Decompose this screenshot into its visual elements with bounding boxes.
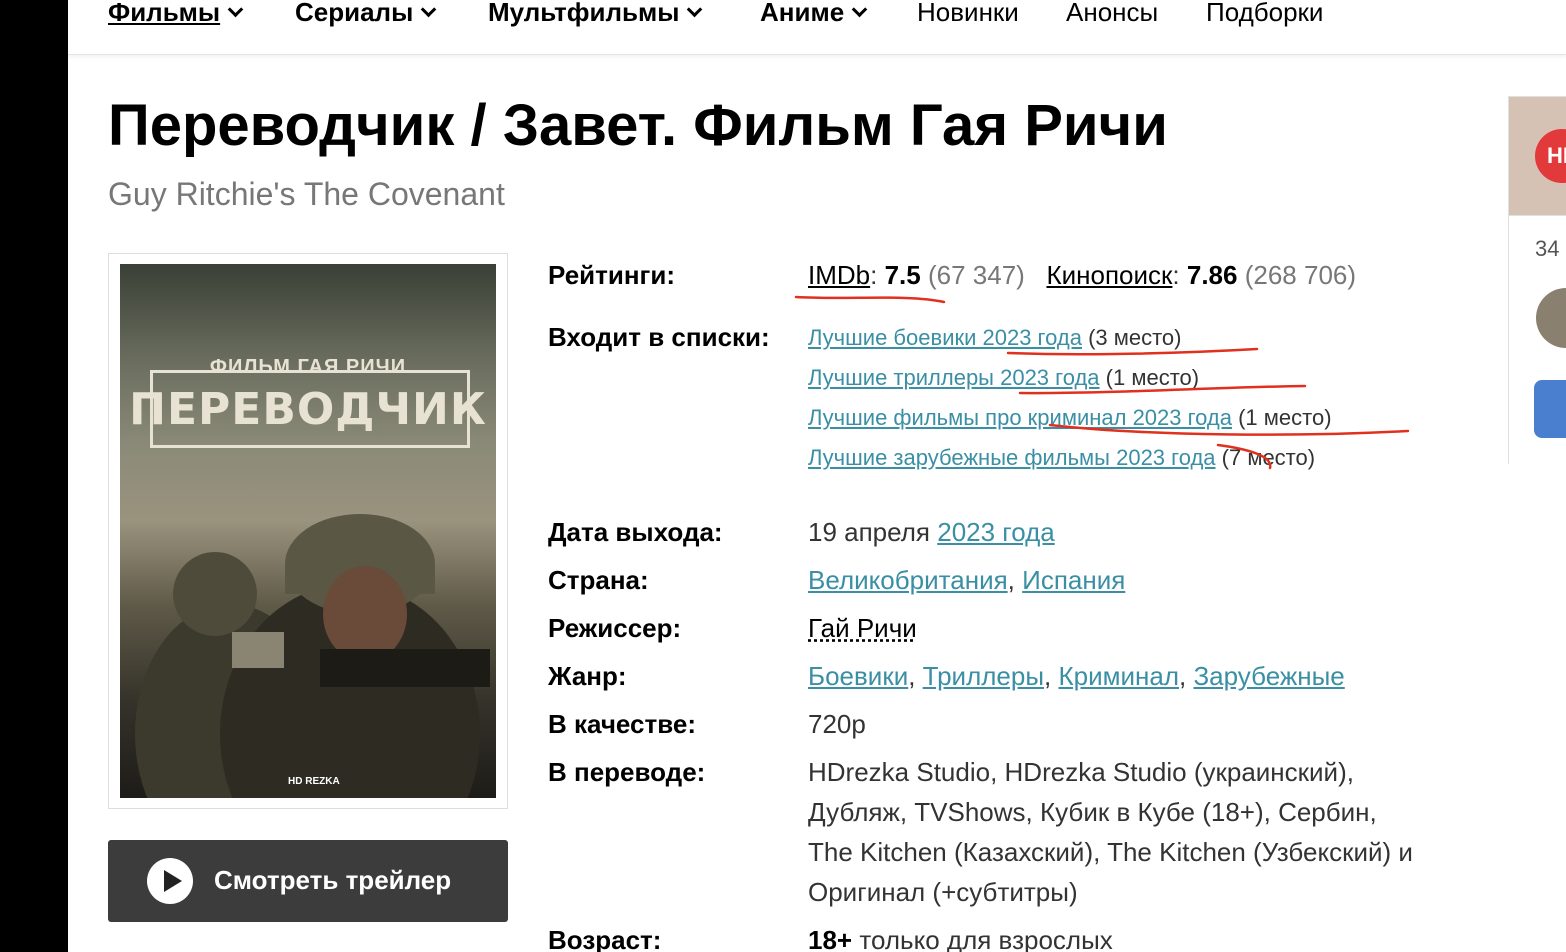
release-value: 19 апреля 2023 года (808, 515, 1055, 549)
translation-label: В переводе: (548, 757, 706, 787)
genre-link[interactable]: Триллеры (923, 661, 1044, 691)
nav-item-films[interactable]: Фильмы (108, 0, 244, 30)
nav-item-anime[interactable]: Аниме (760, 0, 868, 30)
list-place: (7 место) (1221, 445, 1316, 470)
nav-item-series[interactable]: Сериалы (295, 0, 437, 30)
genre-link[interactable]: Криминал (1058, 661, 1179, 691)
country-link[interactable]: Великобритания (808, 565, 1008, 595)
age-label: Возраст: (548, 925, 662, 952)
nav-item-announces[interactable]: Анонсы (1066, 0, 1158, 30)
chevron-down-icon (687, 1, 703, 18)
nav-item-new[interactable]: Новинки (917, 0, 1019, 30)
director-label: Режиссер: (548, 613, 682, 643)
side-card[interactable]: HD REZKA (1508, 96, 1566, 216)
side-divider (1508, 214, 1509, 464)
page: Фильмы Сериалы Мультфильмы Аниме Новинки… (68, 0, 1566, 952)
lists-label: Входит в списки: (548, 322, 770, 352)
list-place: (1 место) (1238, 405, 1332, 430)
original-title: Guy Ritchie's The Covenant (108, 176, 505, 212)
poster-art (135, 514, 490, 798)
release-label: Дата выхода: (548, 517, 723, 547)
country-value: Великобритания, Испания (808, 565, 1126, 595)
list-place: (1 место) (1105, 365, 1200, 390)
poster-frame: ФИЛЬМ ГАЯ РИЧИ ПЕРЕВОДЧИК HD REZKA (108, 253, 508, 809)
page-title: Переводчик / Завет. Фильм Гая Ричи (108, 93, 1168, 158)
list-link[interactable]: Лучшие зарубежные фильмы 2023 года (808, 445, 1216, 470)
genre-link[interactable]: Боевики (808, 661, 908, 691)
imdb-link[interactable]: IMDb (808, 260, 870, 290)
watch-trailer-button[interactable]: Смотреть трейлер (108, 840, 508, 922)
country-label: Страна: (548, 565, 649, 595)
avatar[interactable] (1536, 288, 1566, 348)
list-place: (3 место) (1088, 325, 1182, 350)
nav-item-collections[interactable]: Подборки (1206, 0, 1323, 30)
ratings-value: IMDb: 7.5 (67 347) Кинопоиск: 7.86 (268 … (808, 260, 1357, 290)
list-link[interactable]: Лучшие фильмы про криминал 2023 года (808, 405, 1232, 430)
movie-poster[interactable]: ФИЛЬМ ГАЯ РИЧИ ПЕРЕВОДЧИК HD REZKA (120, 264, 496, 798)
hdrezka-side-logo: HD REZKA (1535, 129, 1566, 183)
kinopoisk-votes: (268 706) (1244, 260, 1357, 290)
nav-item-cartoons[interactable]: Мультфильмы (488, 0, 703, 30)
translation-line: Дубляж, TVShows, Кубик в Кубе (18+), Сер… (808, 797, 1377, 827)
director-link[interactable]: Гай Ричи (808, 613, 917, 643)
list-item: Лучшие зарубежные фильмы 2023 года (7 ме… (808, 443, 1315, 473)
country-link[interactable]: Испания (1022, 565, 1125, 595)
side-count: 34 (1535, 236, 1560, 261)
age-text: только для взрослых (859, 925, 1113, 952)
list-item: Лучшие боевики 2023 года (3 место) (808, 323, 1182, 353)
trailer-label: Смотреть трейлер (214, 865, 452, 895)
imdb-score: 7.5 (884, 260, 921, 290)
chevron-down-icon (421, 1, 437, 18)
imdb-votes: (67 347) (927, 260, 1025, 290)
hdrezka-logo: HD REZKA (288, 776, 340, 787)
list-item: Лучшие триллеры 2023 года (1 место) (808, 363, 1199, 393)
age-badge: 18+ (808, 925, 853, 952)
director-value: Гай Ричи (808, 611, 917, 645)
chevron-down-icon (227, 1, 244, 18)
ratings-label: Рейтинги: (548, 260, 676, 290)
genre-value: Боевики, Триллеры, Криминал, Зарубежные (808, 661, 1345, 691)
genre-link[interactable]: Зарубежные (1193, 661, 1344, 691)
kinopoisk-link[interactable]: Кинопоиск (1046, 260, 1172, 290)
play-icon (147, 858, 193, 904)
chevron-down-icon (851, 1, 868, 18)
top-nav: Фильмы Сериалы Мультфильмы Аниме Новинки… (68, 0, 1566, 55)
quality-value: 720p (808, 709, 866, 739)
kinopoisk-score: 7.86 (1186, 260, 1238, 290)
list-link[interactable]: Лучшие боевики 2023 года (808, 325, 1082, 350)
translation-line: Оригинал (+субтитры) (808, 877, 1078, 907)
age-value: 18+ только для взрослых (808, 923, 1113, 952)
list-item: Лучшие фильмы про криминал 2023 года (1 … (808, 403, 1332, 433)
list-link[interactable]: Лучшие триллеры 2023 года (808, 365, 1100, 390)
translation-line: HDrezka Studio, HDrezka Studio (украинск… (808, 757, 1354, 787)
release-year-link[interactable]: 2023 года (937, 517, 1055, 547)
quality-label: В качестве: (548, 709, 696, 739)
side-button[interactable] (1534, 380, 1566, 438)
genre-label: Жанр: (548, 661, 627, 691)
translation-line: The Kitchen (Казахский), The Kitchen (Уз… (808, 837, 1413, 867)
release-day: 19 апреля (808, 517, 930, 547)
poster-title: ПЕРЕВОДЧИК (129, 384, 487, 435)
